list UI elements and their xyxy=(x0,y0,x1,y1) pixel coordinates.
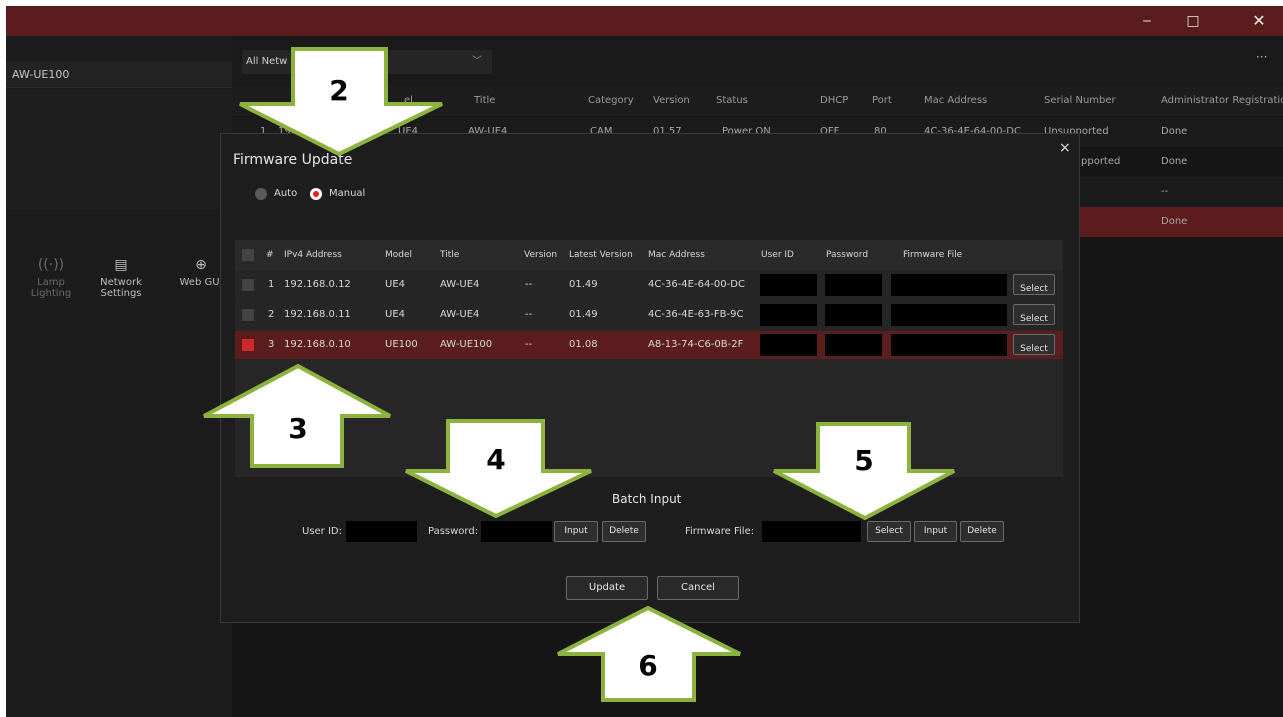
arrow-3-number: 3 xyxy=(288,412,307,445)
arrow-6-number: 6 xyxy=(638,649,657,682)
app-window: ‒ □ ✕ AW-UE100 ((·)) Lamp Lighting ▤ Net… xyxy=(6,6,1283,717)
annotation-arrow-6: 6 xyxy=(557,605,741,702)
annotation-overlay: 2 3 4 5 6 xyxy=(203,47,955,702)
arrow-4-number: 4 xyxy=(486,443,505,476)
arrow-2-number: 2 xyxy=(329,74,348,107)
arrow-5-number: 5 xyxy=(854,444,873,477)
annotation-arrow-5: 5 xyxy=(773,422,955,521)
annotation-arrow-2: 2 xyxy=(239,47,443,157)
annotation-arrow-3: 3 xyxy=(203,363,391,468)
annotation-arrow-4: 4 xyxy=(405,419,592,519)
